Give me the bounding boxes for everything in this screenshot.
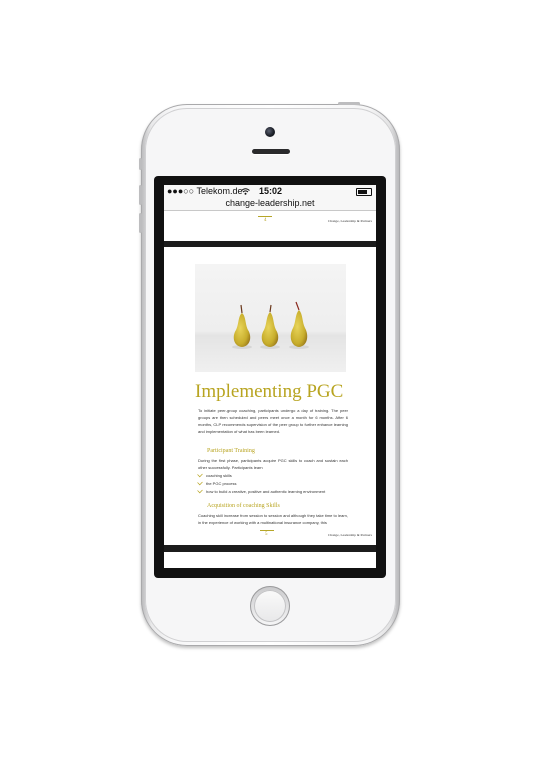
- list-item: coaching skills: [197, 471, 232, 478]
- previous-running-head: Change, Leadership & Partners: [328, 219, 372, 223]
- pears-image: [232, 301, 309, 349]
- section-paragraph-coaching-skills: Coaching skill increase from session to …: [198, 513, 348, 525]
- status-bar: ●●●○○ Telekom.de 15:02: [164, 185, 376, 198]
- intro-paragraph: To initiate peer-group coaching, partici…: [198, 408, 348, 434]
- previous-page-number: 4: [264, 218, 267, 223]
- page-gap: [164, 545, 376, 552]
- page-gap: [164, 241, 376, 247]
- section-paragraph-participant-training: During the first phase, participants acq…: [198, 458, 348, 470]
- running-head: Change, Leadership & Partners: [328, 533, 372, 537]
- page-divider: [260, 530, 274, 531]
- section-heading-coaching-skills: Acquisition of coaching Skills: [207, 503, 280, 509]
- list-item: the PGC process: [197, 479, 236, 486]
- page-title: Implementing PGC: [195, 381, 344, 402]
- power-button[interactable]: [338, 102, 360, 105]
- section-heading-participant-training: Participant Training: [207, 448, 255, 454]
- pears-photo: [195, 264, 346, 372]
- url-text: change-leadership.net: [225, 198, 315, 208]
- address-bar[interactable]: change-leadership.net: [164, 198, 376, 211]
- list-item: how to build a creative, positive and au…: [197, 487, 325, 494]
- previous-page-footer: 4 Change, Leadership & Partners: [164, 211, 376, 243]
- wifi-icon: [241, 188, 250, 195]
- clock: 15:02: [259, 186, 283, 196]
- check-icon: [197, 479, 203, 486]
- screen: ●●●○○ Telekom.de 15:02 change-leadership…: [164, 185, 376, 568]
- carrier-label: ●●●○○ Telekom.de: [167, 186, 243, 196]
- earpiece-speaker: [252, 149, 290, 154]
- battery-icon: [356, 188, 372, 196]
- check-icon: [197, 471, 203, 478]
- volume-down-button[interactable]: [139, 213, 142, 233]
- volume-up-button[interactable]: [139, 185, 142, 205]
- page-divider: [258, 216, 272, 217]
- page-number: 5: [265, 532, 268, 537]
- front-camera: [265, 127, 275, 137]
- mute-switch[interactable]: [139, 158, 142, 170]
- home-button[interactable]: [250, 586, 290, 626]
- check-icon: [197, 487, 203, 494]
